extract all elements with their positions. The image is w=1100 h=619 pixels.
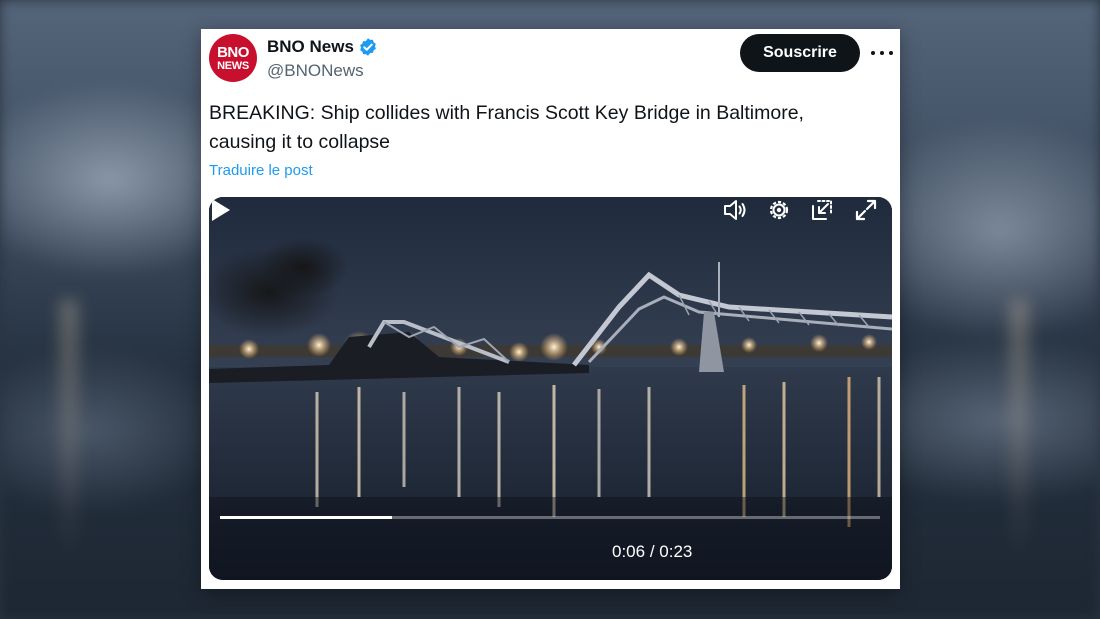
- settings-icon[interactable]: [766, 197, 792, 223]
- subscribe-button[interactable]: Souscrire: [740, 34, 860, 72]
- post-text: BREAKING: Ship collides with Francis Sco…: [209, 102, 804, 153]
- video-player[interactable]: 0:06 / 0:23: [209, 197, 892, 580]
- avatar-text-top: BNO: [217, 43, 249, 61]
- play-icon[interactable]: [209, 197, 233, 223]
- more-dots-icon[interactable]: [871, 43, 893, 63]
- video-current-time: 0:06: [612, 542, 646, 561]
- post-card: BNO NEWS BNO News @BNONews Souscrire BRE…: [201, 29, 900, 589]
- video-progress-bar[interactable]: [220, 516, 880, 519]
- picture-in-picture-icon[interactable]: [809, 197, 835, 223]
- avatar[interactable]: BNO NEWS: [209, 34, 257, 82]
- video-time-separator: /: [649, 542, 655, 561]
- verified-badge-icon: [360, 38, 376, 56]
- background-light-streak: [60, 300, 78, 560]
- fullscreen-icon[interactable]: [853, 197, 879, 223]
- video-duration: 0:23: [659, 542, 693, 561]
- account-name-row: BNO News: [267, 37, 378, 57]
- translate-link[interactable]: Traduire le post: [209, 162, 313, 179]
- video-progress-fill: [220, 516, 392, 519]
- video-time: 0:06 / 0:23: [612, 542, 692, 562]
- video-frame: [209, 197, 892, 580]
- avatar-text-bottom: NEWS: [217, 59, 249, 72]
- account-handle[interactable]: @BNONews: [267, 61, 364, 81]
- volume-icon[interactable]: [722, 197, 748, 223]
- account-name[interactable]: BNO News: [267, 37, 354, 57]
- background-light-streak: [1010, 300, 1028, 560]
